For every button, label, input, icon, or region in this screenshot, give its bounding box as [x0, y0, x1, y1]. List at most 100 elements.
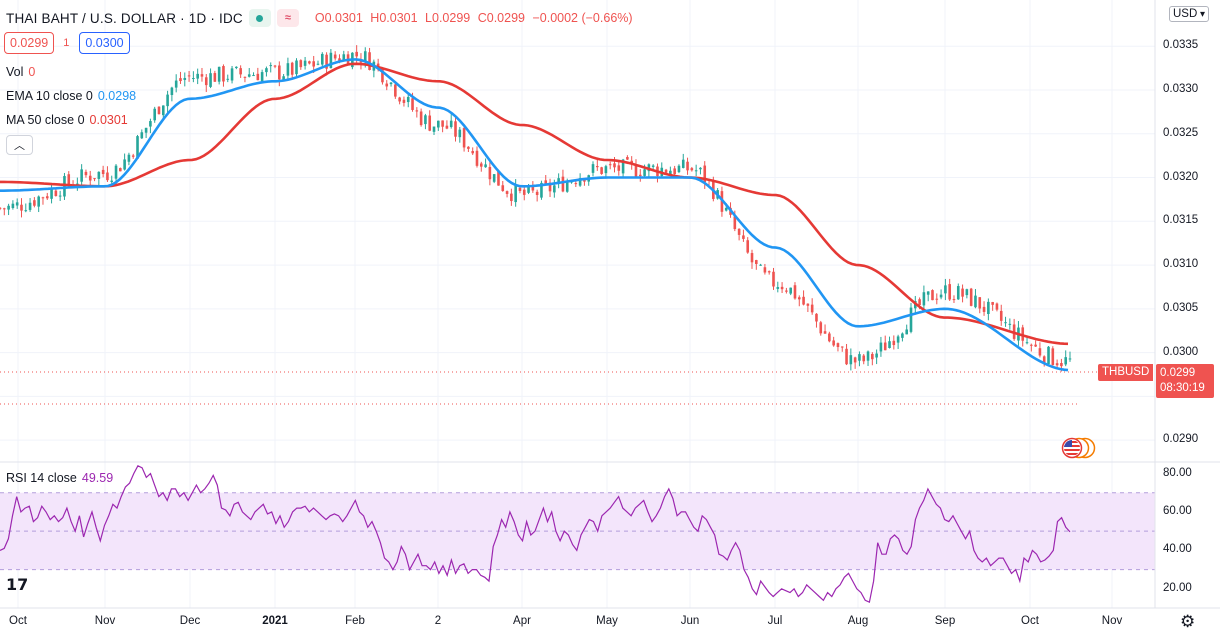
- candle: [415, 107, 419, 118]
- compare-icon[interactable]: ≈: [276, 9, 299, 27]
- candle: [806, 303, 810, 312]
- candle: [119, 167, 122, 172]
- ema-label: EMA 10 close 0: [6, 89, 93, 103]
- symbol-title[interactable]: THAI BAHT / U.S. DOLLAR · 1D · IDC: [6, 11, 243, 26]
- candle: [247, 68, 251, 78]
- candle: [226, 74, 230, 83]
- candle: [419, 108, 423, 127]
- candle: [273, 64, 277, 69]
- ema-legend[interactable]: EMA 10 close 0 0.0298: [6, 89, 136, 103]
- time-axis-label: 2021: [262, 615, 288, 627]
- candle: [265, 66, 268, 77]
- candle: [320, 52, 324, 67]
- candle: [398, 96, 401, 105]
- price-axis-label: 0.0315: [1163, 214, 1199, 227]
- candle: [995, 302, 999, 312]
- market-status-icon[interactable]: [248, 9, 271, 27]
- candle: [574, 181, 578, 187]
- candle: [394, 83, 397, 99]
- candle: [810, 298, 814, 315]
- candle: [278, 61, 281, 87]
- candle: [209, 68, 212, 89]
- price-axis-label: 0.0300: [1163, 345, 1199, 358]
- candle: [505, 190, 509, 198]
- us-flag-events-icon[interactable]: [1058, 437, 1096, 459]
- candle: [93, 178, 96, 182]
- candle: [7, 203, 10, 216]
- candlestick-series: [0, 45, 1072, 372]
- candle: [80, 164, 83, 187]
- candle: [535, 189, 539, 202]
- candle: [243, 76, 247, 83]
- ema-value: 0.0298: [97, 89, 137, 103]
- sell-price-button[interactable]: 0.0299: [4, 32, 55, 54]
- ma-value: 0.0301: [89, 113, 128, 127]
- candle: [677, 164, 681, 174]
- candle: [909, 302, 913, 334]
- candle: [299, 59, 303, 70]
- collapse-legend-button[interactable]: ︿: [6, 135, 33, 155]
- candle: [939, 289, 943, 300]
- candle: [37, 195, 40, 213]
- candle: [540, 180, 543, 200]
- candle: [484, 158, 487, 168]
- candle: [252, 72, 255, 77]
- buy-price-button[interactable]: 0.0300: [79, 32, 130, 54]
- price-axis-label: 0.0335: [1163, 39, 1199, 52]
- candle: [123, 153, 126, 171]
- candle: [333, 51, 337, 61]
- candle: [101, 165, 105, 178]
- ohlc-change: −0.0002 (−0.66%): [532, 11, 633, 25]
- candle: [690, 166, 694, 172]
- candle: [1034, 340, 1037, 348]
- ma-legend[interactable]: MA 50 close 0 0.0301: [6, 113, 128, 127]
- candle: [471, 147, 474, 155]
- candle: [999, 304, 1003, 326]
- chart-canvas[interactable]: [0, 0, 1220, 641]
- candle: [853, 356, 857, 369]
- candle: [948, 278, 951, 302]
- candle: [965, 288, 969, 299]
- candle: [608, 161, 612, 170]
- vol-legend[interactable]: Vol 0: [6, 65, 35, 79]
- candle: [634, 159, 638, 178]
- time-axis-label: Feb: [345, 615, 365, 627]
- ohlc-close: C0.0299: [477, 11, 525, 25]
- candle: [742, 229, 745, 242]
- candle: [896, 334, 900, 349]
- candle: [424, 113, 427, 130]
- candle: [428, 110, 432, 132]
- candle: [1051, 346, 1055, 366]
- time-axis-label: Oct: [9, 615, 27, 627]
- rsi-legend[interactable]: RSI 14 close 49.59: [6, 471, 113, 485]
- currency-selector[interactable]: USD: [1169, 6, 1210, 22]
- time-axis-label: Jun: [680, 615, 700, 627]
- candle: [931, 289, 934, 301]
- candle: [600, 166, 603, 175]
- price-axis-label: 0.0305: [1163, 301, 1199, 314]
- candle: [166, 90, 169, 113]
- rsi-label: RSI 14 close: [6, 471, 77, 485]
- candle: [845, 343, 848, 366]
- candle: [385, 80, 389, 91]
- price-axis-label: 0.0325: [1163, 126, 1199, 139]
- candle: [879, 336, 883, 357]
- candle: [217, 66, 221, 85]
- candle: [286, 57, 290, 81]
- tradingview-logo-icon[interactable]: 17: [6, 575, 34, 595]
- vol-value: 0: [28, 65, 36, 79]
- candle: [1008, 318, 1012, 330]
- candle: [901, 332, 904, 342]
- candle: [789, 287, 792, 296]
- candle: [402, 96, 406, 107]
- candle: [776, 281, 780, 293]
- candle: [406, 94, 410, 108]
- candle: [131, 153, 135, 159]
- candle: [492, 173, 496, 184]
- candle: [832, 336, 835, 347]
- candle: [372, 59, 376, 78]
- candle: [368, 47, 371, 71]
- ohlc-low: L0.0299: [425, 11, 471, 25]
- gear-icon[interactable]: ⚙: [1180, 612, 1195, 632]
- candle: [475, 146, 479, 168]
